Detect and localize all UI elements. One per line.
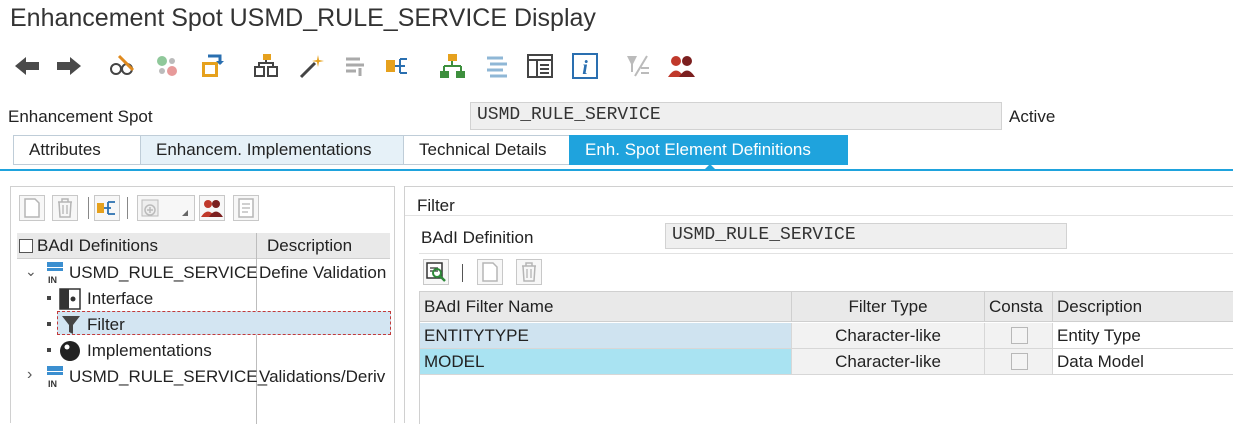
table-row-type: Character-like [792,349,985,375]
tree-node-badi-2[interactable]: › IN USMD_RULE_SERVICE_ Validations/Deri… [23,364,393,390]
tree-column-description[interactable]: Description [267,236,352,256]
table-row-description: Data Model [1053,349,1233,375]
tree-node-label: Implementations [87,341,212,360]
users-icon[interactable] [666,52,696,80]
tree-header: BAdI Definitions Description [17,233,390,259]
constant-checkbox[interactable] [1011,353,1028,370]
table-row-constant-cell [985,323,1053,349]
new-document-icon [482,262,498,282]
badi-definition-icon: IN [47,262,63,285]
back-arrow-icon[interactable] [12,52,42,80]
tree-node-implementations[interactable]: Implementations [23,338,263,364]
filter-pane-header [405,187,1233,216]
implementations-icon [60,341,80,361]
enhancement-link-button[interactable] [94,195,120,221]
documentation-button[interactable] [233,195,259,221]
svg-text:IN: IN [48,379,57,389]
documentation-icon [238,198,254,218]
tree-node-label: Filter [87,315,125,334]
tab-notch [704,164,716,170]
toolbar-separator [462,264,463,282]
table-row-constant-cell [985,349,1053,375]
hierarchy-icon[interactable] [437,52,467,80]
table-row-name[interactable]: ENTITYTYPE [420,323,792,349]
tree-column-badi-definitions[interactable]: BAdI Definitions [37,236,158,256]
filter-pane: Filter BAdI Definition USMD_RULE_SERVICE… [404,186,1233,424]
trash-icon [522,262,536,282]
application-toolbar: i [0,44,1233,88]
interface-icon [59,288,81,310]
badi-tree-pane: BAdI Definitions Description ⌄ IN USMD_R… [10,186,395,424]
users-button[interactable] [199,195,225,221]
other-object-icon[interactable] [152,52,182,80]
enhancement-link-icon[interactable] [383,52,413,80]
tree-node-filter[interactable]: Filter [23,312,263,338]
constant-checkbox[interactable] [1011,327,1028,344]
tree-node-label: Interface [87,289,154,308]
badi-definition-field[interactable]: USMD_RULE_SERVICE [665,223,1067,249]
column-constant[interactable]: Consta [985,292,1053,322]
toolbar-separator [127,197,128,219]
add-element-icon [141,199,188,217]
svg-text:i: i [582,57,588,79]
info-icon[interactable]: i [570,52,600,80]
activate-icon[interactable] [196,52,226,80]
tab-technical-details[interactable]: Technical Details [403,135,570,165]
create-button[interactable] [19,195,45,221]
bullet-icon [47,322,51,326]
divider [419,253,1233,254]
delete-filter-icon[interactable] [623,52,653,80]
object-list-icon[interactable] [481,52,511,80]
filter-table: BAdI Filter Name Filter Type Consta Desc… [419,291,1233,424]
tab-attributes[interactable]: Attributes [13,135,141,165]
tree-node-badi[interactable]: ⌄ IN USMD_RULE_SERVICE Define Validation [23,260,393,286]
display-change-icon[interactable] [107,52,137,80]
table-row-type: Character-like [792,323,985,349]
enhancement-link-icon [97,201,115,215]
filter-icon [62,316,80,334]
badi-definition-icon: IN [47,366,63,389]
tree-node-label: USMD_RULE_SERVICE [69,263,258,282]
enhancement-spot-field[interactable]: USMD_RULE_SERVICE [470,102,1002,130]
create-dropdown-button[interactable] [137,195,195,221]
bullet-icon [47,348,51,352]
column-filter-type[interactable]: Filter Type [792,292,985,322]
tree-header-box-icon [19,239,33,253]
tree-node-description: Define Validation [259,263,387,282]
column-description[interactable]: Description [1053,292,1233,322]
tree-node-description: Validations/Deriv [259,367,386,386]
users-icon [201,200,223,217]
bullet-icon [47,296,51,300]
toolbar-separator [88,197,89,219]
chevron-right-icon[interactable]: › [27,366,32,384]
filter-delete-button[interactable] [516,259,542,285]
chevron-down-icon[interactable]: ⌄ [25,263,37,280]
tab-enh-spot-element-definitions[interactable]: Enh. Spot Element Definitions [569,135,848,165]
enhancement-spot-label: Enhancement Spot [8,107,153,126]
tree-node-label: USMD_RULE_SERVICE_ [69,367,268,386]
tab-enhancement-implementations[interactable]: Enhancem. Implementations [140,135,404,165]
window-title: Enhancement Spot USMD_RULE_SERVICE Displ… [10,4,596,32]
badi-definition-label: BAdI Definition [421,228,534,247]
filter-create-button[interactable] [477,259,503,285]
table-row-name[interactable]: MODEL [420,349,792,375]
svg-text:IN: IN [48,275,57,285]
screen-layout-icon[interactable] [525,52,555,80]
column-badi-filter-name[interactable]: BAdI Filter Name [420,292,792,322]
filter-title: Filter [417,196,455,215]
table-row-description: Entity Type [1053,323,1233,349]
trash-icon [58,198,72,218]
magnifier-detail-icon [426,262,446,282]
tree-node-interface[interactable]: Interface [23,286,263,312]
wizard-icon[interactable] [296,52,326,80]
delete-button[interactable] [52,195,78,221]
forward-arrow-icon[interactable] [54,52,84,80]
filter-detail-button[interactable] [423,259,449,285]
tab-underline [0,169,1233,171]
new-document-icon [24,198,40,218]
check-icon[interactable] [340,52,370,80]
where-used-icon[interactable] [251,52,281,80]
status-text: Active [1009,107,1056,126]
